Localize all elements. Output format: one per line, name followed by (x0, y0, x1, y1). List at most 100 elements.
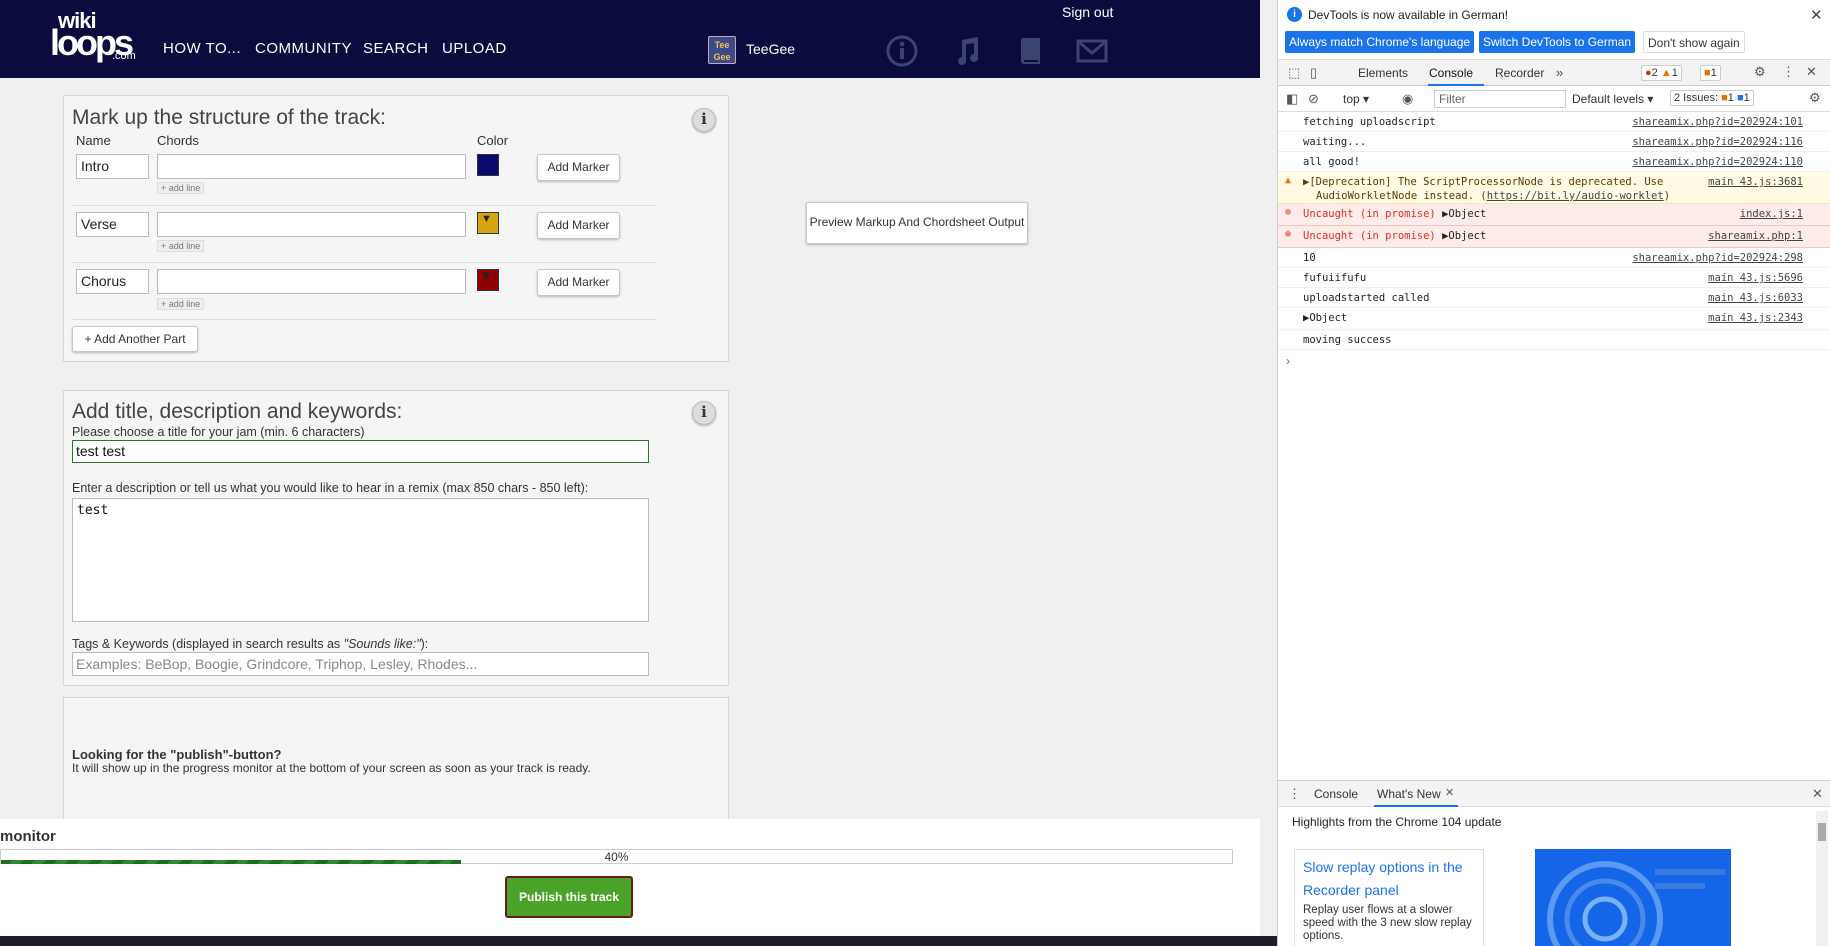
gear-icon[interactable]: ⚙ (1754, 64, 1766, 80)
info-icon: i (1287, 7, 1302, 22)
tab-console[interactable]: Console (1429, 66, 1473, 80)
context-selector[interactable]: top ▾ (1343, 92, 1369, 106)
devtools-drawer: ⋮ Console What's New ✕ ✕ Highlights from… (1278, 780, 1830, 946)
devtools-tab-bar: ⬚ ▯ Elements Console Recorder » ●2 ▲1 ■1… (1278, 59, 1830, 86)
feature-card-description: Replay user flows at a slower speed with… (1303, 904, 1472, 942)
tab-elements[interactable]: Elements (1358, 66, 1408, 80)
filter-input[interactable]: Filter (1434, 90, 1566, 108)
source-link[interactable]: shareamix.php?id=202924:116 (1632, 136, 1803, 148)
clear-console-icon[interactable]: ⊘ (1308, 91, 1319, 107)
source-link[interactable]: shareamix.php?id=202924:101 (1632, 116, 1803, 128)
wikiloops-logo[interactable]: wiki loops .com (50, 8, 142, 64)
publish-track-button[interactable]: Publish this track (505, 876, 633, 918)
tags-label: Tags & Keywords (displayed in search res… (72, 637, 429, 651)
error-icon: ⊗ (1285, 229, 1292, 240)
nav-search[interactable]: SEARCH (363, 40, 429, 57)
source-link[interactable]: main 43.js:6033 (1708, 292, 1803, 304)
banner-text: DevTools is now available in German! (1308, 8, 1509, 22)
close-drawer-icon[interactable]: ✕ (1812, 786, 1823, 802)
issues-counter[interactable]: ■1 (1700, 65, 1721, 81)
add-line-button[interactable]: + add line (157, 240, 205, 252)
add-line-button[interactable]: + add line (157, 182, 205, 194)
source-link[interactable]: main 43.js:2343 (1708, 312, 1803, 324)
issues-button[interactable]: 2 Issues: ■1 ■1 (1670, 90, 1754, 106)
info-icon[interactable] (885, 34, 919, 68)
eye-icon[interactable]: ◉ (1402, 91, 1413, 107)
add-line-button[interactable]: + add line (157, 298, 205, 310)
device-toggle-icon[interactable]: ▯ (1310, 65, 1317, 81)
part-name-input[interactable]: Chorus (76, 269, 149, 294)
add-another-part-button[interactable]: + Add Another Part (72, 326, 198, 352)
switch-german-button[interactable]: Switch DevTools to German (1479, 31, 1636, 53)
error-icon: ⊗ (1285, 207, 1292, 218)
match-language-button[interactable]: Always match Chrome's language (1285, 31, 1475, 53)
color-swatch-verse[interactable]: ▼ (477, 212, 499, 234)
tab-recorder[interactable]: Recorder (1495, 66, 1544, 80)
add-marker-button[interactable]: Add Marker (537, 269, 620, 296)
add-marker-button[interactable]: Add Marker (537, 154, 620, 181)
book-icon[interactable] (1014, 34, 1048, 68)
markup-info-icon[interactable] (692, 108, 716, 132)
preview-markup-button[interactable]: Preview Markup And Chordsheet Output (806, 202, 1028, 244)
error-warning-counter[interactable]: ●2 ▲1 (1641, 65, 1682, 81)
source-link[interactable]: index.js:1 (1740, 208, 1803, 220)
part-name-input[interactable]: Verse (76, 212, 149, 237)
console-settings-icon[interactable]: ⚙ (1809, 90, 1821, 106)
deprecation-link[interactable]: https://bit.ly/audio-worklet (1487, 190, 1664, 202)
drawer-scrollbar[interactable] (1816, 811, 1828, 946)
description-textarea[interactable]: test (72, 498, 649, 622)
username[interactable]: TeeGee (746, 41, 795, 57)
console-message: fufuiifufu main 43.js:5696 (1278, 268, 1830, 288)
divider (72, 319, 657, 320)
details-info-icon[interactable] (692, 401, 716, 425)
mail-icon[interactable] (1075, 34, 1109, 68)
divider (72, 205, 657, 206)
source-link[interactable]: main 43.js:3681 (1708, 176, 1803, 188)
kebab-menu-icon[interactable]: ⋮ (1782, 64, 1795, 80)
chevron-down-icon: ▼ (481, 270, 492, 282)
progress-monitor: monitor 40% Publish this track (0, 819, 1260, 936)
sign-out-link[interactable]: Sign out (1062, 4, 1113, 20)
kebab-menu-icon[interactable]: ⋮ (1288, 786, 1301, 802)
description-label: Enter a description or tell us what you … (72, 481, 589, 495)
publish-info-heading: Looking for the "publish"-button? (72, 747, 282, 762)
feature-card-title[interactable]: Slow replay options in the Recorder pane… (1303, 856, 1479, 902)
title-input[interactable]: test test (72, 440, 649, 463)
sidebar-toggle-icon[interactable]: ◧ (1286, 91, 1298, 107)
details-panel-title: Add title, description and keywords: (72, 400, 403, 423)
drawer-scrollbar-thumb[interactable] (1818, 823, 1826, 841)
part-chords-input[interactable] (157, 212, 466, 237)
console-message: 10 shareamix.php?id=202924:298 (1278, 248, 1830, 268)
tags-input[interactable]: Examples: BeBop, Boogie, Grindcore, Trip… (72, 652, 649, 676)
add-marker-button[interactable]: Add Marker (537, 212, 620, 239)
column-name-header: Name (76, 133, 111, 148)
feature-card[interactable]: Slow replay options in the Recorder pane… (1294, 849, 1484, 946)
part-chords-input[interactable] (157, 154, 466, 179)
source-link[interactable]: shareamix.php?id=202924:110 (1632, 156, 1803, 168)
more-tabs-icon[interactable]: » (1556, 65, 1563, 80)
source-link[interactable]: main 43.js:5696 (1708, 272, 1803, 284)
drawer-tab-console[interactable]: Console (1314, 787, 1358, 801)
nav-community[interactable]: COMMUNITY (255, 40, 352, 57)
color-swatch-intro[interactable] (477, 154, 499, 176)
levels-dropdown[interactable]: Default levels ▾ (1572, 92, 1653, 106)
color-swatch-chorus[interactable]: ▼ (477, 269, 499, 291)
dont-show-again-button[interactable]: Don't show again (1643, 31, 1745, 53)
inspect-icon[interactable]: ⬚ (1288, 65, 1300, 81)
source-link[interactable]: shareamix.php?id=202924:298 (1632, 252, 1803, 264)
avatar[interactable]: Tee Gee (708, 36, 736, 64)
close-icon[interactable]: ✕ (1810, 6, 1823, 24)
console-message: uploadstarted called main 43.js:6033 (1278, 288, 1830, 308)
console-log-area: fetching uploadscript shareamix.php?id=2… (1278, 112, 1830, 377)
close-tab-icon[interactable]: ✕ (1445, 786, 1454, 799)
close-icon[interactable]: ✕ (1806, 64, 1817, 80)
publish-info-text: It will show up in the progress monitor … (72, 761, 591, 775)
nav-upload[interactable]: UPLOAD (442, 40, 507, 57)
console-prompt[interactable]: › (1286, 354, 1290, 368)
part-name-input[interactable]: Intro (76, 154, 149, 179)
source-link[interactable]: shareamix.php:1 (1708, 230, 1803, 242)
music-note-icon[interactable] (950, 34, 984, 68)
part-chords-input[interactable] (157, 269, 466, 294)
nav-howto[interactable]: HOW TO... (163, 40, 241, 57)
drawer-tab-whats-new[interactable]: What's New (1377, 787, 1441, 801)
